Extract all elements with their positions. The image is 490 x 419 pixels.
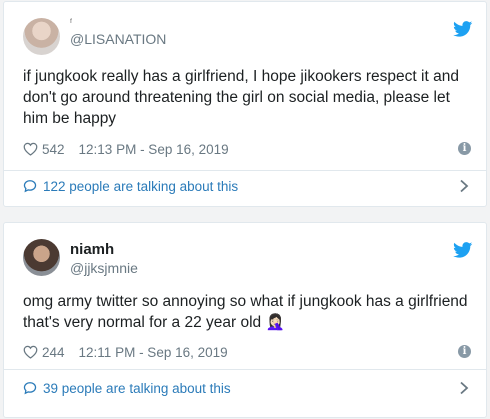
user-handle[interactable]: @jjksjmnie: [70, 259, 138, 277]
divider: [4, 369, 486, 370]
tweet-text: omg army twitter so annoying so what if …: [23, 293, 468, 331]
info-icon[interactable]: i: [458, 142, 471, 155]
author-block[interactable]: ᶠ @LISANATION: [70, 14, 166, 48]
timestamp[interactable]: 12:11 PM - Sep 16, 2019: [79, 345, 228, 360]
display-name[interactable]: niamh: [70, 240, 138, 259]
like-count[interactable]: 244: [42, 345, 65, 360]
heart-icon[interactable]: [23, 142, 38, 156]
info-icon[interactable]: i: [458, 345, 471, 358]
conversation-count[interactable]: 122 people are talking about this: [43, 179, 238, 194]
divider: [4, 170, 486, 171]
comment-bubble-icon: [23, 382, 37, 395]
tweet-meta: 244 12:11 PM - Sep 16, 2019 i: [23, 343, 474, 361]
user-handle[interactable]: @LISANATION: [70, 30, 166, 48]
user-avatar[interactable]: [23, 18, 60, 55]
chevron-right-icon[interactable]: [459, 381, 469, 395]
tweet-text: if jungkook really has a girlfriend, I h…: [23, 68, 459, 127]
conversation-count[interactable]: 39 people are talking about this: [43, 381, 231, 396]
tweet-card: niamh @jjksjmnie omg army twitter so ann…: [3, 222, 487, 418]
display-name[interactable]: ᶠ: [70, 14, 166, 30]
timestamp[interactable]: 12:13 PM - Sep 16, 2019: [79, 142, 229, 157]
conversation-link[interactable]: 122 people are talking about this: [23, 176, 474, 196]
chevron-right-icon[interactable]: [459, 179, 469, 193]
user-avatar[interactable]: [23, 239, 60, 276]
author-block[interactable]: niamh @jjksjmnie: [70, 240, 138, 277]
tweet-card: ᶠ @LISANATION if jungkook really has a g…: [3, 1, 487, 207]
comment-bubble-icon: [23, 180, 37, 193]
like-count[interactable]: 542: [42, 142, 65, 157]
twitter-bird-icon[interactable]: [453, 21, 473, 37]
tweet-meta: 542 12:13 PM - Sep 16, 2019 i: [23, 140, 474, 158]
twitter-bird-icon[interactable]: [453, 242, 473, 258]
heart-icon[interactable]: [23, 345, 38, 359]
conversation-link[interactable]: 39 people are talking about this: [23, 378, 474, 398]
